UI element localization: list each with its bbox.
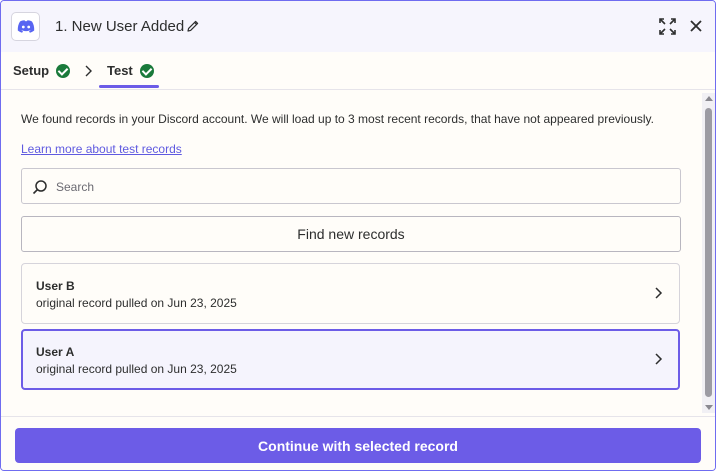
- scroll-up-arrow-icon[interactable]: [705, 96, 713, 101]
- step-panel: 1. New User Added Setup Test We found re…: [0, 0, 716, 471]
- tab-test-label: Test: [107, 63, 133, 78]
- expand-icon[interactable]: [659, 18, 676, 35]
- panel-footer: Continue with selected record: [1, 416, 715, 470]
- record-subtitle: original record pulled on Jun 23, 2025: [36, 296, 237, 310]
- search-input[interactable]: [56, 176, 656, 198]
- check-circle-icon: [139, 63, 154, 78]
- description-text: We found records in your Discord account…: [21, 112, 654, 126]
- chevron-right-icon: [655, 287, 663, 299]
- record-subtitle: original record pulled on Jun 23, 2025: [36, 362, 237, 376]
- test-content: We found records in your Discord account…: [1, 91, 701, 416]
- check-circle-icon: [56, 63, 71, 78]
- record-item-user-b[interactable]: User B original record pulled on Jun 23,…: [21, 263, 680, 324]
- tab-test[interactable]: Test: [107, 63, 154, 78]
- record-name: User B: [36, 279, 75, 293]
- vertical-scrollbar[interactable]: [702, 93, 715, 413]
- step-title: 1. New User Added: [55, 18, 185, 35]
- learn-more-link[interactable]: Learn more about test records: [21, 142, 182, 156]
- chevron-right-icon: [655, 353, 663, 365]
- close-icon[interactable]: [689, 19, 703, 33]
- record-name: User A: [36, 345, 75, 359]
- panel-header: 1. New User Added: [1, 1, 715, 52]
- continue-with-selected-record-button[interactable]: Continue with selected record: [15, 428, 701, 463]
- find-new-records-button[interactable]: Find new records: [21, 216, 681, 252]
- search-icon: [32, 180, 47, 195]
- active-tab-indicator: [99, 85, 159, 88]
- search-field[interactable]: [21, 168, 681, 204]
- record-item-user-a[interactable]: User A original record pulled on Jun 23,…: [21, 329, 680, 390]
- scroll-down-arrow-icon[interactable]: [705, 405, 713, 410]
- chevron-right-icon: [85, 65, 92, 77]
- discord-app-logo: [11, 12, 40, 41]
- tab-setup-label: Setup: [13, 63, 50, 78]
- pencil-icon[interactable]: [186, 19, 200, 33]
- tab-setup[interactable]: Setup: [13, 63, 71, 78]
- discord-icon: [17, 19, 34, 33]
- scrollbar-thumb[interactable]: [705, 108, 712, 397]
